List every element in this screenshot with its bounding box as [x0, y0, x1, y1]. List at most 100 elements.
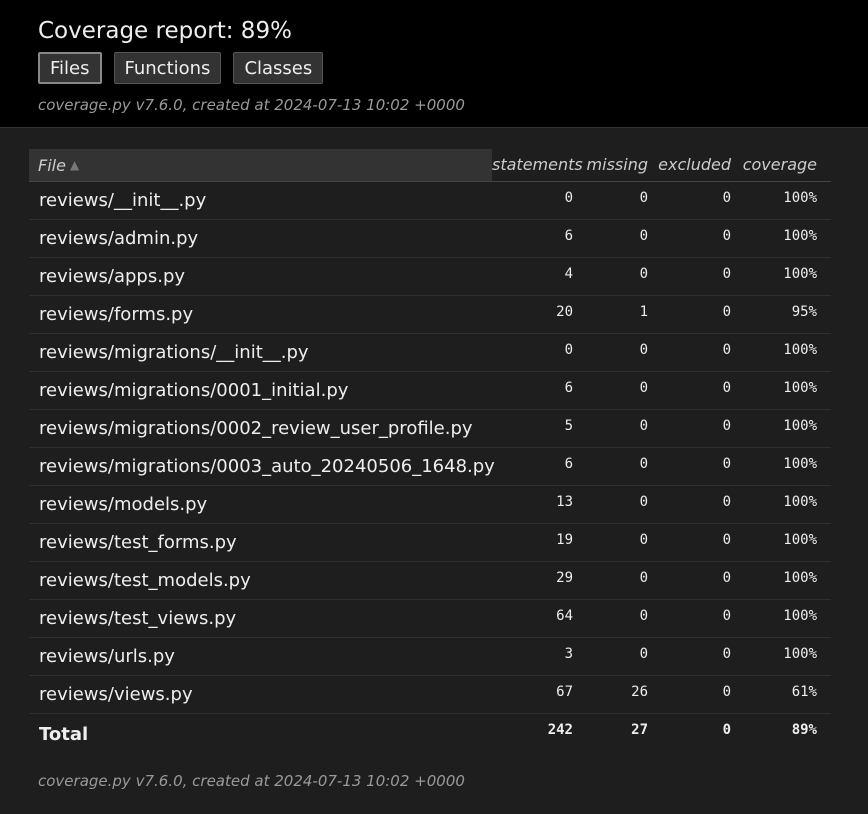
- coverage-cell: 100%: [783, 570, 817, 586]
- classes-button[interactable]: Classes: [233, 52, 324, 84]
- sort-ascending-icon: ▲: [69, 158, 80, 172]
- table-row: reviews/apps.py 4 0 0 100%: [29, 258, 831, 296]
- coverage-table: File ▲ statements missing excluded cover…: [29, 149, 831, 754]
- excluded-cell: 0: [722, 266, 731, 282]
- total-missing: 27: [631, 722, 648, 738]
- table-row: reviews/migrations/0001_initial.py 6 0 0 100…: [29, 372, 831, 410]
- excluded-cell: 0: [722, 608, 731, 624]
- table-row: reviews/__init__.py 0 0 0 100%: [29, 182, 831, 220]
- coverage-cell: 100%: [783, 418, 817, 434]
- excluded-cell: 0: [722, 418, 731, 434]
- coverage-cell: 95%: [791, 304, 817, 320]
- missing-cell: 0: [639, 228, 648, 244]
- table-row: reviews/migrations/0003_auto_20240506_16…: [29, 448, 831, 486]
- statements-cell: 3: [564, 646, 573, 662]
- table-row: reviews/migrations/0002_review_user_prof…: [29, 410, 831, 448]
- table-row: reviews/admin.py 6 0 0 100%: [29, 220, 831, 258]
- table-row: reviews/test_views.py 64 0 0 100%: [29, 600, 831, 638]
- column-header-coverage[interactable]: coverage: [739, 149, 825, 181]
- table-row: reviews/test_forms.py 19 0 0 100%: [29, 524, 831, 562]
- missing-cell: 0: [639, 456, 648, 472]
- file-link[interactable]: reviews/apps.py: [29, 266, 492, 287]
- table-row: reviews/migrations/__init__.py 0 0 0 100%: [29, 334, 831, 372]
- column-header-file[interactable]: File ▲: [29, 149, 492, 181]
- created-info: coverage.py v7.6.0, created at 2024-07-1…: [38, 96, 465, 114]
- file-link[interactable]: reviews/admin.py: [29, 228, 492, 249]
- total-coverage: 89%: [791, 722, 817, 738]
- missing-cell: 0: [639, 190, 648, 206]
- statements-cell: 6: [564, 456, 573, 472]
- excluded-cell: 0: [722, 342, 731, 358]
- coverage-cell: 100%: [783, 608, 817, 624]
- excluded-cell: 0: [722, 456, 731, 472]
- excluded-cell: 0: [722, 532, 731, 548]
- statements-cell: 4: [564, 266, 573, 282]
- total-excluded: 0: [722, 722, 731, 738]
- excluded-cell: 0: [722, 190, 731, 206]
- missing-cell: 0: [639, 418, 648, 434]
- coverage-cell: 100%: [783, 228, 817, 244]
- table-body: reviews/__init__.py 0 0 0 100% reviews/admin.…: [29, 182, 831, 714]
- excluded-cell: 0: [722, 570, 731, 586]
- functions-button[interactable]: Functions: [113, 52, 222, 84]
- excluded-cell: 0: [722, 228, 731, 244]
- total-statements: 242: [547, 722, 573, 738]
- table-row: reviews/test_models.py 29 0 0 100%: [29, 562, 831, 600]
- coverage-cell: 100%: [783, 456, 817, 472]
- excluded-cell: 0: [722, 380, 731, 396]
- file-link[interactable]: reviews/test_models.py: [29, 570, 492, 591]
- file-link[interactable]: reviews/migrations/0001_initial.py: [29, 380, 492, 401]
- total-label: Total: [39, 723, 89, 745]
- excluded-cell: 0: [722, 304, 731, 320]
- table-row: reviews/urls.py 3 0 0 100%: [29, 638, 831, 676]
- excluded-cell: 0: [722, 646, 731, 662]
- table-row: reviews/views.py 67 26 0 61%: [29, 676, 831, 714]
- statements-cell: 5: [564, 418, 573, 434]
- coverage-cell: 100%: [783, 532, 817, 548]
- column-header-file-label: File: [38, 155, 66, 175]
- coverage-cell: 61%: [791, 684, 817, 700]
- file-link[interactable]: reviews/test_views.py: [29, 608, 492, 629]
- statements-cell: 0: [564, 342, 573, 358]
- column-header-excluded[interactable]: excluded: [656, 149, 739, 181]
- table-header: File ▲ statements missing excluded cover…: [29, 149, 831, 182]
- file-link[interactable]: reviews/forms.py: [29, 304, 492, 325]
- statements-cell: 6: [564, 380, 573, 396]
- excluded-cell: 0: [722, 494, 731, 510]
- files-button[interactable]: Files: [38, 52, 102, 84]
- file-link[interactable]: reviews/migrations/__init__.py: [29, 342, 492, 363]
- coverage-cell: 100%: [783, 190, 817, 206]
- footer-created-info: coverage.py v7.6.0, created at 2024-07-1…: [38, 772, 465, 790]
- table-row: reviews/forms.py 20 1 0 95%: [29, 296, 831, 334]
- coverage-cell: 100%: [783, 380, 817, 396]
- coverage-cell: 100%: [783, 494, 817, 510]
- missing-cell: 0: [639, 532, 648, 548]
- excluded-cell: 0: [722, 684, 731, 700]
- coverage-cell: 100%: [783, 646, 817, 662]
- missing-cell: 0: [639, 646, 648, 662]
- file-link[interactable]: reviews/models.py: [29, 494, 492, 515]
- missing-cell: 1: [639, 304, 648, 320]
- report-header: Coverage report: 89% Files Functions Cla…: [0, 0, 868, 128]
- column-header-missing[interactable]: missing: [581, 149, 656, 181]
- file-link[interactable]: reviews/migrations/0002_review_user_prof…: [29, 418, 492, 439]
- file-link[interactable]: reviews/urls.py: [29, 646, 492, 667]
- statements-cell: 19: [556, 532, 573, 548]
- file-link[interactable]: reviews/views.py: [29, 684, 492, 705]
- missing-cell: 26: [631, 684, 648, 700]
- column-header-statements[interactable]: statements: [492, 149, 583, 181]
- statements-cell: 0: [564, 190, 573, 206]
- missing-cell: 0: [639, 494, 648, 510]
- coverage-cell: 100%: [783, 342, 817, 358]
- file-link[interactable]: reviews/migrations/0003_auto_20240506_16…: [29, 456, 495, 477]
- statements-cell: 67: [556, 684, 573, 700]
- file-link[interactable]: reviews/__init__.py: [29, 190, 492, 211]
- statements-cell: 29: [556, 570, 573, 586]
- total-row: Total 242 27 0 89%: [29, 714, 831, 754]
- statements-cell: 20: [556, 304, 573, 320]
- missing-cell: 0: [639, 608, 648, 624]
- file-link[interactable]: reviews/test_forms.py: [29, 532, 492, 553]
- missing-cell: 0: [639, 570, 648, 586]
- missing-cell: 0: [639, 342, 648, 358]
- view-buttons: Files Functions Classes: [38, 52, 868, 84]
